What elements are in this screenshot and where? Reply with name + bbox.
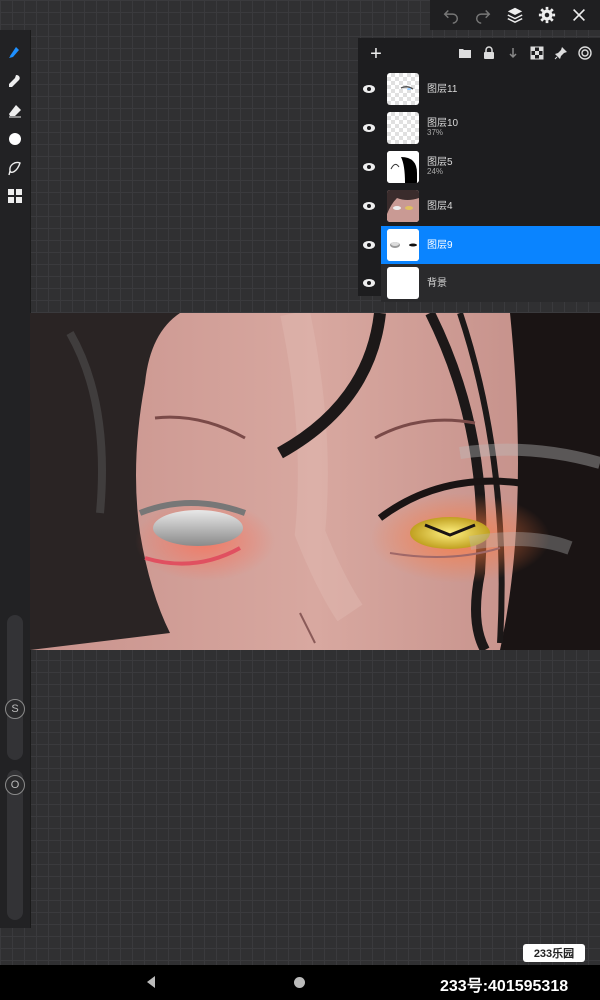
undo-icon[interactable] — [440, 4, 462, 26]
lock-icon[interactable] — [480, 44, 498, 62]
gallery-icon[interactable] — [4, 185, 26, 207]
checker-icon[interactable] — [528, 44, 546, 62]
folder-icon[interactable] — [456, 44, 474, 62]
layer-thumbnail — [387, 229, 419, 261]
layer-thumbnail — [387, 190, 419, 222]
layers-icon[interactable] — [504, 4, 526, 26]
layer-name: 图层11 — [427, 83, 458, 95]
top-toolbar — [430, 0, 600, 30]
layer-row[interactable]: 图层11 — [358, 70, 600, 108]
layer-name: 背景 — [427, 277, 447, 289]
close-icon[interactable] — [568, 4, 590, 26]
merge-down-icon[interactable] — [504, 44, 522, 62]
layer-thumbnail — [387, 112, 419, 144]
layers-panel: + 图层11 图层10 37% 图层5 24% 图层4 图层9 背景 — [358, 38, 600, 302]
eye-icon[interactable] — [358, 240, 380, 250]
layer-row[interactable]: 图层10 37% — [358, 109, 600, 147]
home-icon[interactable] — [294, 977, 305, 988]
eye-icon[interactable] — [358, 278, 380, 288]
layer-row[interactable]: 图层5 24% — [358, 148, 600, 186]
watermark-id: 233号:401595318 — [440, 978, 569, 995]
eye-icon[interactable] — [358, 123, 380, 133]
opacity-slider-knob[interactable]: O — [5, 775, 25, 795]
layer-name: 图层4 — [427, 200, 453, 212]
brush-icon[interactable] — [4, 40, 26, 62]
layer-thumbnail — [387, 151, 419, 183]
layer-thumbnail — [387, 267, 419, 299]
layer-thumbnail — [387, 73, 419, 105]
watermark-logo: 233乐园 — [523, 944, 585, 962]
eye-icon[interactable] — [358, 201, 380, 211]
smudge-icon[interactable] — [4, 70, 26, 92]
layer-opacity: 24% — [427, 167, 444, 177]
pin-icon[interactable] — [552, 44, 570, 62]
layer-row[interactable]: 图层4 — [358, 187, 600, 225]
color-icon[interactable] — [4, 128, 26, 150]
layer-row-selected[interactable]: 图层9 — [358, 226, 600, 264]
left-toolbar: S O — [0, 30, 31, 928]
eye-icon[interactable] — [358, 84, 380, 94]
eye-icon[interactable] — [358, 162, 380, 172]
size-slider-knob[interactable]: S — [5, 699, 25, 719]
layers-toolbar: + — [358, 38, 600, 70]
add-layer-button[interactable]: + — [364, 43, 388, 66]
artwork-illustration — [30, 313, 600, 650]
lasso-icon[interactable] — [4, 157, 26, 179]
target-icon[interactable] — [576, 44, 594, 62]
gear-icon[interactable] — [536, 4, 558, 26]
eraser-icon[interactable] — [4, 100, 26, 122]
brush-size-slider[interactable] — [7, 615, 23, 760]
layer-row-background[interactable]: 背景 — [358, 264, 600, 302]
layer-name: 图层9 — [427, 239, 453, 251]
redo-icon[interactable] — [472, 4, 494, 26]
artwork-canvas[interactable] — [30, 313, 600, 650]
back-icon[interactable] — [145, 975, 157, 994]
layer-opacity: 37% — [427, 128, 444, 138]
